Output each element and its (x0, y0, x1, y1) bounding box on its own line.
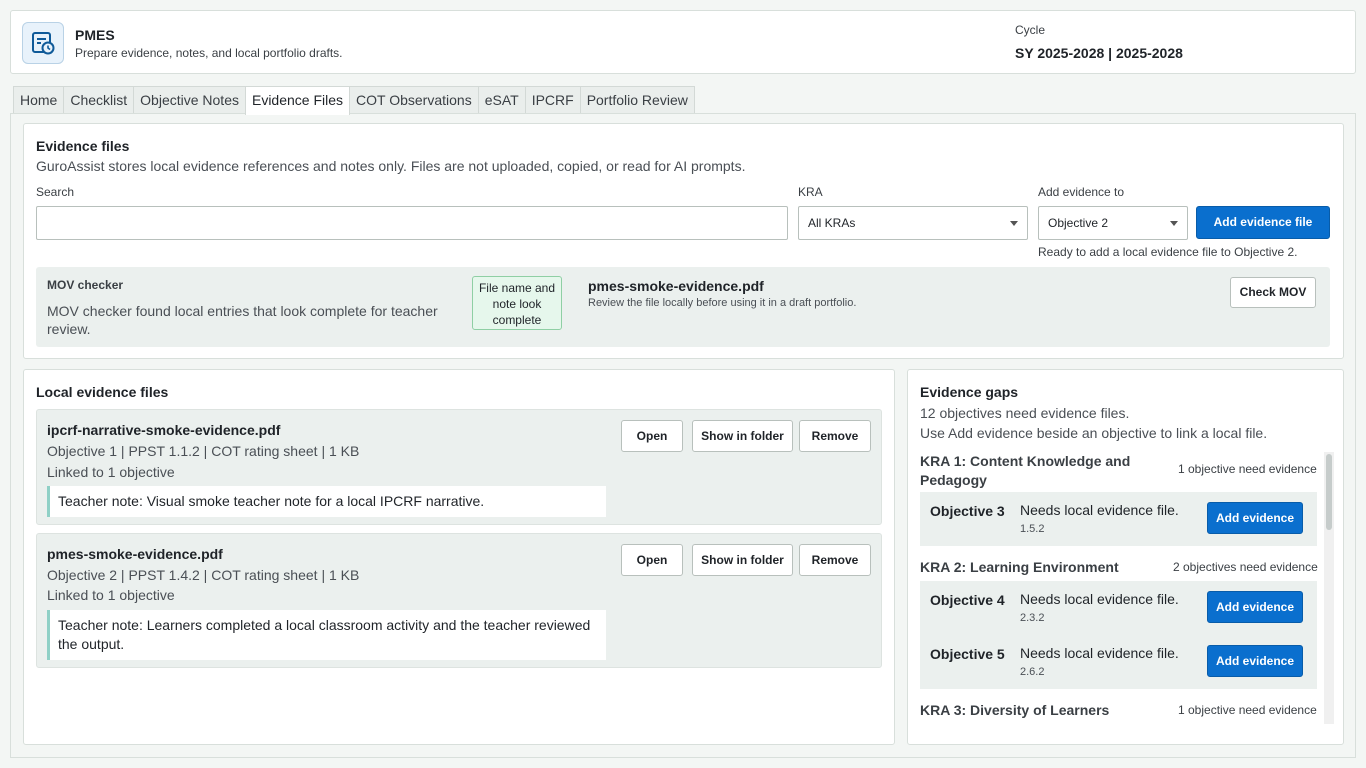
objective-need-text: Needs local evidence file. (1020, 502, 1179, 518)
objective-name: Objective 3 (930, 503, 1005, 519)
evidence-gaps-title: Evidence gaps (920, 384, 1019, 400)
app-header: PMES Prepare evidence, notes, and local … (10, 10, 1356, 74)
objective-code: 2.6.2 (1020, 666, 1045, 678)
evidence-gaps-summary: 12 objectives need evidence files. (920, 405, 1130, 421)
tab-cot-observations[interactable]: COT Observations (349, 86, 479, 114)
evidence-file-linked: Linked to 1 objective (47, 464, 175, 480)
mov-file-name: pmes-smoke-evidence.pdf (588, 278, 764, 294)
evidence-files-title: Evidence files (36, 138, 130, 154)
kra-select[interactable]: All KRAs (798, 206, 1028, 240)
remove-button[interactable]: Remove (799, 420, 871, 452)
search-input[interactable] (36, 206, 788, 240)
objective-name: Objective 4 (930, 592, 1005, 608)
objective-gap-row: Objective 4 Needs local evidence file. 2… (920, 581, 1317, 635)
tab-evidence-files[interactable]: Evidence Files (244, 86, 351, 115)
objective-code: 1.5.2 (1020, 523, 1045, 535)
teacher-note: Teacher note: Visual smoke teacher note … (47, 486, 606, 517)
objective-need-text: Needs local evidence file. (1020, 645, 1179, 661)
objective-need-text: Needs local evidence file. (1020, 591, 1179, 607)
objective-select[interactable]: Objective 2 (1038, 206, 1188, 240)
local-evidence-files-title: Local evidence files (36, 384, 169, 400)
objective-name: Objective 5 (930, 646, 1005, 662)
kra-heading: KRA 2: Learning Environment (920, 559, 1119, 575)
add-evidence-to-label: Add evidence to (1038, 185, 1125, 199)
objective-gap-row: Objective 5 Needs local evidence file. 2… (920, 635, 1317, 689)
kra-gap-count: 1 objective need evidence (1178, 703, 1317, 717)
cycle-label: Cycle (1015, 23, 1046, 37)
evidence-gaps-scrollbar[interactable] (1324, 452, 1334, 724)
evidence-file-meta: Objective 2 | PPST 1.4.2 | COT rating sh… (47, 567, 360, 583)
chevron-down-icon (1170, 221, 1178, 226)
tab-checklist[interactable]: Checklist (63, 86, 135, 114)
scrollbar-thumb[interactable] (1326, 454, 1332, 530)
evidence-file-linked: Linked to 1 objective (47, 587, 175, 603)
objective-select-value: Objective 2 (1048, 216, 1109, 230)
evidence-gaps-hint: Use Add evidence beside an objective to … (920, 425, 1268, 441)
kra-label: KRA (798, 185, 823, 199)
kra-gap-count: 2 objectives need evidence (1173, 560, 1318, 574)
evidence-file-item: pmes-smoke-evidence.pdf Objective 2 | PP… (36, 533, 882, 668)
evidence-gaps-card: Evidence gaps 12 objectives need evidenc… (907, 369, 1344, 745)
evidence-file-meta: Objective 1 | PPST 1.1.2 | COT rating sh… (47, 443, 360, 459)
kra-select-value: All KRAs (808, 216, 856, 230)
evidence-file-item: ipcrf-narrative-smoke-evidence.pdf Objec… (36, 409, 882, 525)
open-button[interactable]: Open (621, 420, 683, 452)
cycle-value: SY 2025-2028 | 2025-2028 (1015, 45, 1183, 61)
mov-checker-message: MOV checker found local entries that loo… (47, 303, 438, 337)
mov-file-hint: Review the file locally before using it … (588, 297, 857, 309)
planner-clock-icon (22, 22, 64, 64)
teacher-note: Teacher note: Learners completed a local… (47, 610, 606, 660)
local-evidence-files-card: Local evidence files ipcrf-narrative-smo… (23, 369, 895, 745)
check-mov-button[interactable]: Check MOV (1230, 277, 1316, 308)
mov-checker: MOV checker MOV checker found local entr… (36, 267, 1330, 347)
mov-status-badge: File name and note look complete (472, 276, 562, 330)
evidence-file-name: pmes-smoke-evidence.pdf (47, 546, 223, 562)
main-tabs: Home Checklist Objective Notes Evidence … (13, 86, 695, 115)
app-name: PMES (75, 27, 115, 43)
chevron-down-icon (1010, 221, 1018, 226)
evidence-file-name: ipcrf-narrative-smoke-evidence.pdf (47, 422, 281, 438)
remove-button[interactable]: Remove (799, 544, 871, 576)
kra-gap-count: 1 objective need evidence (1178, 462, 1317, 476)
kra-heading: KRA 3: Diversity of Learners (920, 702, 1110, 718)
tab-objective-notes[interactable]: Objective Notes (133, 86, 246, 114)
objective-gap-row: Objective 3 Needs local evidence file. 1… (920, 492, 1317, 546)
open-button[interactable]: Open (621, 544, 683, 576)
evidence-files-card: Evidence files GuroAssist stores local e… (23, 123, 1344, 359)
tab-portfolio-review[interactable]: Portfolio Review (579, 86, 695, 114)
show-in-folder-button[interactable]: Show in folder (692, 420, 793, 452)
add-evidence-button[interactable]: Add evidence (1207, 502, 1303, 534)
app-subtitle: Prepare evidence, notes, and local portf… (75, 46, 343, 60)
tab-home[interactable]: Home (13, 86, 65, 114)
add-evidence-button[interactable]: Add evidence (1207, 645, 1303, 677)
tab-esat[interactable]: eSAT (477, 86, 526, 114)
add-evidence-file-button[interactable]: Add evidence file (1196, 206, 1330, 239)
show-in-folder-button[interactable]: Show in folder (692, 544, 793, 576)
ready-status: Ready to add a local evidence file to Ob… (1038, 245, 1298, 259)
evidence-files-description: GuroAssist stores local evidence referen… (36, 158, 746, 174)
search-label: Search (36, 185, 75, 199)
evidence-files-panel: Evidence files GuroAssist stores local e… (10, 113, 1356, 758)
mov-checker-title: MOV checker (47, 278, 124, 292)
add-evidence-button[interactable]: Add evidence (1207, 591, 1303, 623)
kra-heading: KRA 1: Content Knowledge and Pedagogy (920, 453, 1131, 488)
tab-ipcrf[interactable]: IPCRF (524, 86, 581, 114)
evidence-gaps-list[interactable]: KRA 1: Content Knowledge and Pedagogy 1 … (920, 450, 1330, 722)
objective-code: 2.3.2 (1020, 612, 1045, 624)
